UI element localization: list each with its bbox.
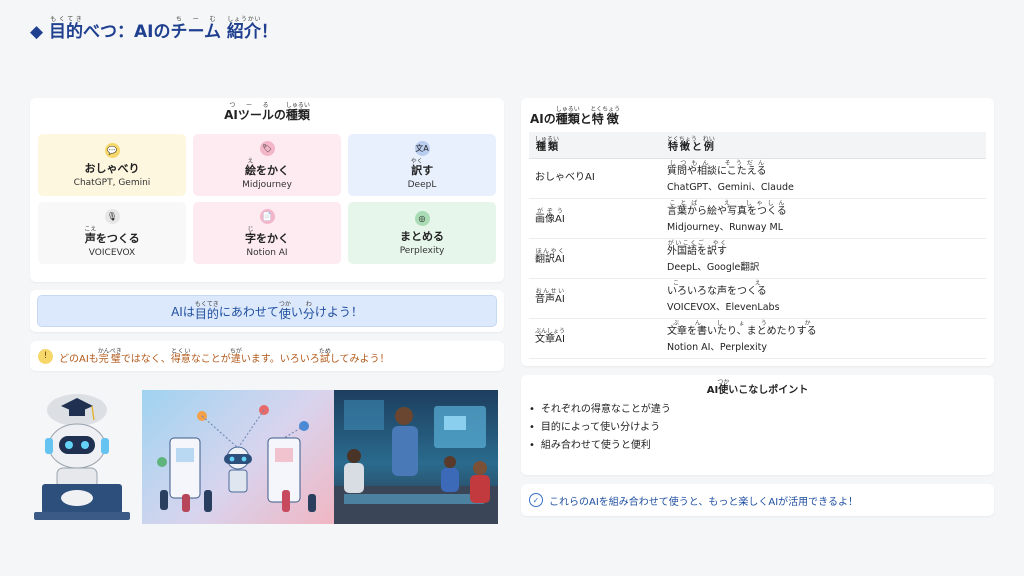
ai-type-cell: おしゃべりAI: [529, 158, 661, 199]
ai-type-cell: 文章AIぶんしょう: [529, 318, 661, 359]
tool-tile-translate[interactable]: 文A 訳やくす DeepL: [348, 134, 496, 196]
usage-banner: AIは 目的もくてき にあわせて 使つかい分わ けよう！: [37, 295, 497, 327]
tip-text: どのAIも完璧かんぺきではなく、得意とくいなことが違ちがいます。いろいろ試ためし…: [59, 347, 390, 365]
document-icon: 📄: [259, 208, 275, 224]
closing-message-card: ✓ これらのAIを組み合わせて使うと、もっと楽しくAIが活用できるよ！: [521, 484, 994, 516]
tool-example: ChatGPT, Gemini: [73, 177, 151, 188]
exclamation-icon: !: [38, 348, 53, 364]
tool-example: VOICEVOX: [88, 247, 136, 258]
ai-feature-cell: いろいろな声をつくるこえ VOICEVOX、ElevenLabs: [661, 278, 986, 319]
check-circle-icon: ✓: [529, 493, 543, 507]
tool-name: 字じをかく: [245, 225, 289, 245]
tool-tile-summarize[interactable]: ◎ まとめる Perplexity: [348, 202, 496, 264]
table-row: 画像AIがぞう 言葉から絵や写真をつくることば え しゃしん Midjourney…: [529, 198, 986, 239]
ai-network-illustration: [142, 390, 334, 524]
list-item: 目的によって使い分けよう: [529, 418, 994, 433]
robot-graduate-illustration: [34, 394, 130, 520]
ai-types-title: AIの種類しゅるいと特徴とくちょう: [530, 106, 621, 126]
table-row: 翻訳AIほんやく 外国語を訳すがいこくご やく DeepL、Google翻訳: [529, 238, 986, 279]
tool-name: おしゃべり: [84, 161, 140, 175]
tip-card: ! どのAIも完璧かんぺきではなく、得意とくいなことが違ちがいます。いろいろ試た…: [30, 341, 504, 371]
tool-name: 声こえをつくる: [84, 225, 140, 245]
usage-points-title: AI使つかいこなしポイント: [706, 379, 809, 396]
tool-example: Perplexity: [399, 245, 445, 256]
microphone-icon: 🎙: [104, 208, 120, 224]
tool-tile-voice[interactable]: 🎙 声こえをつくる VOICEVOX: [38, 202, 186, 264]
tag-icon: 🏷: [259, 140, 275, 156]
page-title: ◆ 目的もくてきべつ：AIのチームちーむ 紹介しょうかい！: [30, 16, 278, 42]
tool-example: Midjourney: [242, 179, 292, 190]
ai-tools-grid: 💬 おしゃべり ChatGPT, Gemini 🏷 絵えをかく Midjourn…: [38, 134, 496, 264]
ai-type-cell: 翻訳AIほんやく: [529, 238, 661, 279]
translate-icon: 文A: [414, 140, 430, 156]
tool-name: 訳やくす: [410, 157, 434, 177]
list-item: 組み合わせて使うと便利: [529, 436, 994, 451]
classroom-ai-photo: [334, 390, 498, 524]
ai-feature-cell: 文章を書いたり、まとめたりするぶんしょう か Notion AI、Perplexi…: [661, 318, 986, 359]
table-header-row: 種類しゅるい 特徴と例とくちょう れい: [529, 132, 986, 159]
ai-feature-cell: 質問や相談にこたえるしつもん そうだん ChatGPT、Gemini、Claude: [661, 158, 986, 199]
tool-example: DeepL: [407, 179, 437, 190]
ai-type-cell: 音声AIおんせい: [529, 278, 661, 319]
ai-feature-cell: 外国語を訳すがいこくご やく DeepL、Google翻訳: [661, 238, 986, 279]
ai-tools-title: AIツールつーるの種類しゅるい: [224, 102, 310, 122]
title-marker: ◆: [30, 22, 44, 42]
target-icon: ◎: [414, 210, 430, 226]
column-header-type: 種類しゅるい: [529, 132, 661, 159]
closing-message: これらのAIを組み合わせて使うと、もっと楽しくAIが活用できるよ！: [549, 496, 858, 508]
tool-example: Notion AI: [246, 247, 288, 258]
ai-feature-cell: 言葉から絵や写真をつくることば え しゃしん Midjourney、Runway …: [661, 198, 986, 239]
tool-tile-write[interactable]: 📄 字じをかく Notion AI: [193, 202, 341, 264]
usage-banner-card: AIは 目的もくてき にあわせて 使つかい分わ けよう！: [30, 290, 504, 332]
tool-name: まとめる: [400, 229, 444, 243]
table-row: 文章AIぶんしょう 文章を書いたり、まとめたりするぶんしょう か Notion A…: [529, 318, 986, 359]
tool-tile-draw[interactable]: 🏷 絵えをかく Midjourney: [193, 134, 341, 196]
ai-type-cell: 画像AIがぞう: [529, 198, 661, 239]
usage-points-list: それぞれの得意なことが違う 目的によって使い分けよう 組み合わせて使うと便利: [529, 400, 994, 451]
tool-tile-chat[interactable]: 💬 おしゃべり ChatGPT, Gemini: [38, 134, 186, 196]
ai-types-table: 種類しゅるい 特徴と例とくちょう れい おしゃべりAI 質問や相談にこたえるしつ…: [529, 132, 986, 359]
table-row: おしゃべりAI 質問や相談にこたえるしつもん そうだん ChatGPT、Gemin…: [529, 158, 986, 199]
column-header-features: 特徴と例とくちょう れい: [661, 132, 986, 159]
ai-tools-card: AIツールつーるの種類しゅるい 💬 おしゃべり ChatGPT, Gemini …: [30, 98, 504, 282]
tool-name: 絵えをかく: [245, 157, 289, 177]
chat-bubble-icon: 💬: [104, 142, 120, 158]
usage-points-card: AI使つかいこなしポイント それぞれの得意なことが違う 目的によって使い分けよう…: [521, 375, 994, 475]
table-row: 音声AIおんせい いろいろな声をつくるこえ VOICEVOX、ElevenLabs: [529, 278, 986, 319]
ai-types-card: AIの種類しゅるいと特徴とくちょう 種類しゅるい 特徴と例とくちょう れい おし…: [521, 98, 994, 366]
list-item: それぞれの得意なことが違う: [529, 400, 994, 415]
